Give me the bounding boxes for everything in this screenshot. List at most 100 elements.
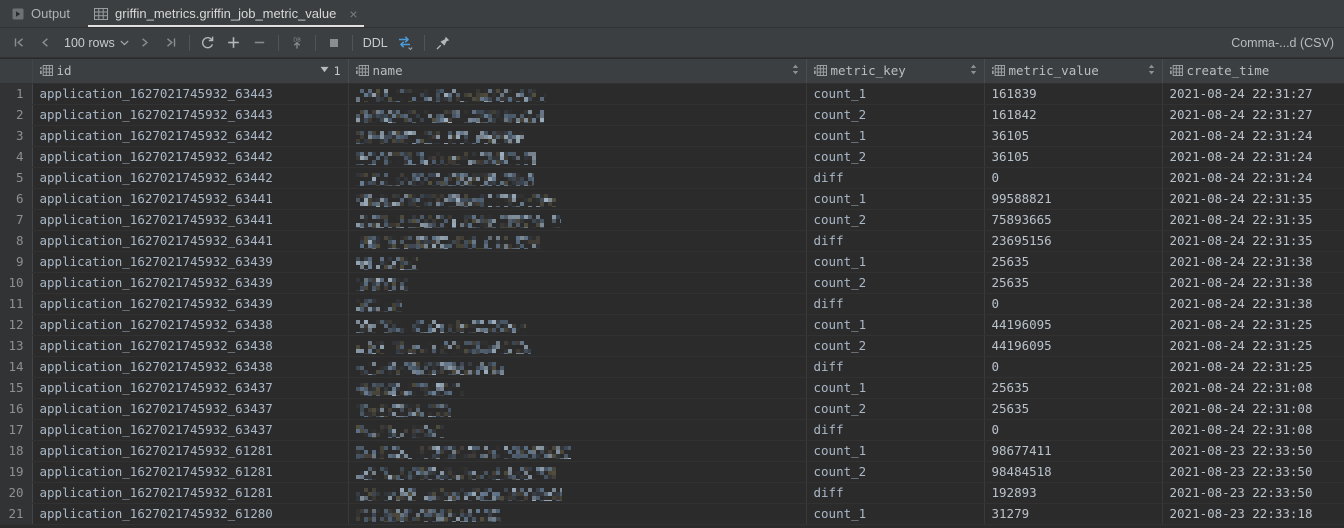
sort-toggle-icon[interactable]	[970, 64, 977, 78]
ddl-button[interactable]: DDL	[358, 36, 393, 50]
previous-page-button[interactable]	[32, 31, 58, 55]
cell-name[interactable]	[348, 104, 807, 126]
cell-name[interactable]	[348, 293, 807, 315]
cell-metric_value[interactable]: 25635	[984, 251, 1163, 273]
table-row[interactable]: 10 application_1627021745932_63439 count_2…	[0, 272, 1344, 294]
cell-create_time[interactable]: 2021-08-24 22:31:08	[1162, 377, 1344, 399]
table-row[interactable]: 14 application_1627021745932_63438 diff 0 20…	[0, 356, 1344, 378]
cell-create_time[interactable]: 2021-08-24 22:31:25	[1162, 314, 1344, 336]
cell-name[interactable]	[348, 335, 807, 357]
cell-id[interactable]: application_1627021745932_63442	[32, 125, 349, 147]
cell-metric_value[interactable]: 0	[984, 293, 1163, 315]
cell-id[interactable]: application_1627021745932_63441	[32, 188, 349, 210]
cell-metric_key[interactable]: diff	[806, 293, 985, 315]
cell-name[interactable]	[348, 377, 807, 399]
cell-metric_value[interactable]: 192893	[984, 482, 1163, 504]
column-header-metric_key[interactable]: metric_key	[806, 59, 985, 84]
cell-metric_key[interactable]: diff	[806, 419, 985, 441]
cell-metric_value[interactable]: 0	[984, 356, 1163, 378]
data-extractor-button[interactable]	[393, 31, 419, 55]
cell-metric_key[interactable]: count_1	[806, 125, 985, 147]
next-page-button[interactable]	[132, 31, 158, 55]
cell-metric_value[interactable]: 31279	[984, 503, 1163, 525]
first-page-button[interactable]	[6, 31, 32, 55]
table-row[interactable]: 11 application_1627021745932_63439 diff 0 20…	[0, 293, 1344, 315]
cell-create_time[interactable]: 2021-08-24 22:31:38	[1162, 272, 1344, 294]
cell-create_time[interactable]: 2021-08-24 22:31:25	[1162, 356, 1344, 378]
cell-create_time[interactable]: 2021-08-24 22:31:35	[1162, 188, 1344, 210]
cell-metric_key[interactable]: count_2	[806, 335, 985, 357]
cell-create_time[interactable]: 2021-08-23 22:33:50	[1162, 440, 1344, 462]
remove-row-button[interactable]	[247, 31, 273, 55]
cell-create_time[interactable]: 2021-08-24 22:31:08	[1162, 398, 1344, 420]
cell-id[interactable]: application_1627021745932_61281	[32, 461, 349, 483]
cell-id[interactable]: application_1627021745932_63439	[32, 272, 349, 294]
cell-id[interactable]: application_1627021745932_63441	[32, 230, 349, 252]
column-header-id[interactable]: id 1	[32, 59, 349, 84]
cell-metric_key[interactable]: diff	[806, 167, 985, 189]
cell-id[interactable]: application_1627021745932_63438	[32, 335, 349, 357]
cell-name[interactable]	[348, 209, 807, 231]
table-row[interactable]: 16 application_1627021745932_63437 count_2…	[0, 398, 1344, 420]
cell-metric_key[interactable]: count_2	[806, 272, 985, 294]
cell-id[interactable]: application_1627021745932_63438	[32, 356, 349, 378]
cell-name[interactable]	[348, 356, 807, 378]
cell-metric_value[interactable]: 25635	[984, 377, 1163, 399]
pin-tab-button[interactable]	[430, 31, 456, 55]
cell-id[interactable]: application_1627021745932_63443	[32, 83, 349, 105]
cell-metric_value[interactable]: 23695156	[984, 230, 1163, 252]
cell-metric_key[interactable]: count_1	[806, 83, 985, 105]
cell-name[interactable]	[348, 503, 807, 525]
cell-id[interactable]: application_1627021745932_63439	[32, 293, 349, 315]
cell-metric_key[interactable]: diff	[806, 230, 985, 252]
cell-name[interactable]	[348, 167, 807, 189]
table-row[interactable]: 2 application_1627021745932_63443 count_2 1…	[0, 104, 1344, 126]
cell-create_time[interactable]: 2021-08-23 22:33:50	[1162, 461, 1344, 483]
cell-id[interactable]: application_1627021745932_61281	[32, 482, 349, 504]
cell-name[interactable]	[348, 125, 807, 147]
cell-id[interactable]: application_1627021745932_63437	[32, 377, 349, 399]
cell-metric_key[interactable]: count_2	[806, 461, 985, 483]
table-row[interactable]: 9 application_1627021745932_63439 count_1 2…	[0, 251, 1344, 273]
cell-name[interactable]	[348, 482, 807, 504]
last-page-button[interactable]	[158, 31, 184, 55]
cell-name[interactable]	[348, 419, 807, 441]
cell-create_time[interactable]: 2021-08-23 22:33:18	[1162, 503, 1344, 525]
table-row[interactable]: 17 application_1627021745932_63437 diff 0 20…	[0, 419, 1344, 441]
cell-metric_key[interactable]: count_1	[806, 377, 985, 399]
cell-create_time[interactable]: 2021-08-24 22:31:38	[1162, 251, 1344, 273]
cell-metric_key[interactable]: count_2	[806, 209, 985, 231]
submit-to-database-button[interactable]: DB	[284, 31, 310, 55]
table-row[interactable]: 3 application_1627021745932_63442 count_1 3…	[0, 125, 1344, 147]
table-row[interactable]: 4 application_1627021745932_63442 count_2 3…	[0, 146, 1344, 168]
cell-name[interactable]	[348, 146, 807, 168]
cell-create_time[interactable]: 2021-08-24 22:31:27	[1162, 104, 1344, 126]
sort-toggle-icon[interactable]	[792, 64, 799, 78]
cancel-query-button[interactable]	[321, 31, 347, 55]
cell-metric_value[interactable]: 25635	[984, 398, 1163, 420]
cell-id[interactable]: application_1627021745932_63437	[32, 419, 349, 441]
table-row[interactable]: 21 application_1627021745932_61280 count_1…	[0, 503, 1344, 525]
cell-id[interactable]: application_1627021745932_63443	[32, 104, 349, 126]
cell-name[interactable]	[348, 83, 807, 105]
export-format-label[interactable]: Comma-...d (CSV)	[1231, 36, 1334, 50]
column-header-name[interactable]: name	[348, 59, 807, 84]
cell-id[interactable]: application_1627021745932_63438	[32, 314, 349, 336]
cell-metric_key[interactable]: count_2	[806, 104, 985, 126]
column-header-create_time[interactable]: create_time	[1162, 59, 1344, 84]
cell-metric_value[interactable]: 75893665	[984, 209, 1163, 231]
cell-metric_value[interactable]: 98484518	[984, 461, 1163, 483]
table-row[interactable]: 12 application_1627021745932_63438 count_1…	[0, 314, 1344, 336]
cell-metric_key[interactable]: count_1	[806, 188, 985, 210]
cell-create_time[interactable]: 2021-08-24 22:31:35	[1162, 209, 1344, 231]
cell-metric_value[interactable]: 36105	[984, 125, 1163, 147]
reload-button[interactable]	[195, 31, 221, 55]
column-header-metric_value[interactable]: metric_value	[984, 59, 1163, 84]
table-row[interactable]: 7 application_1627021745932_63441 count_2 7…	[0, 209, 1344, 231]
table-row[interactable]: 20 application_1627021745932_61281 diff 192…	[0, 482, 1344, 504]
cell-metric_key[interactable]: count_2	[806, 146, 985, 168]
cell-create_time[interactable]: 2021-08-24 22:31:25	[1162, 335, 1344, 357]
table-row[interactable]: 18 application_1627021745932_61281 count_1…	[0, 440, 1344, 462]
cell-create_time[interactable]: 2021-08-24 22:31:27	[1162, 83, 1344, 105]
cell-name[interactable]	[348, 461, 807, 483]
